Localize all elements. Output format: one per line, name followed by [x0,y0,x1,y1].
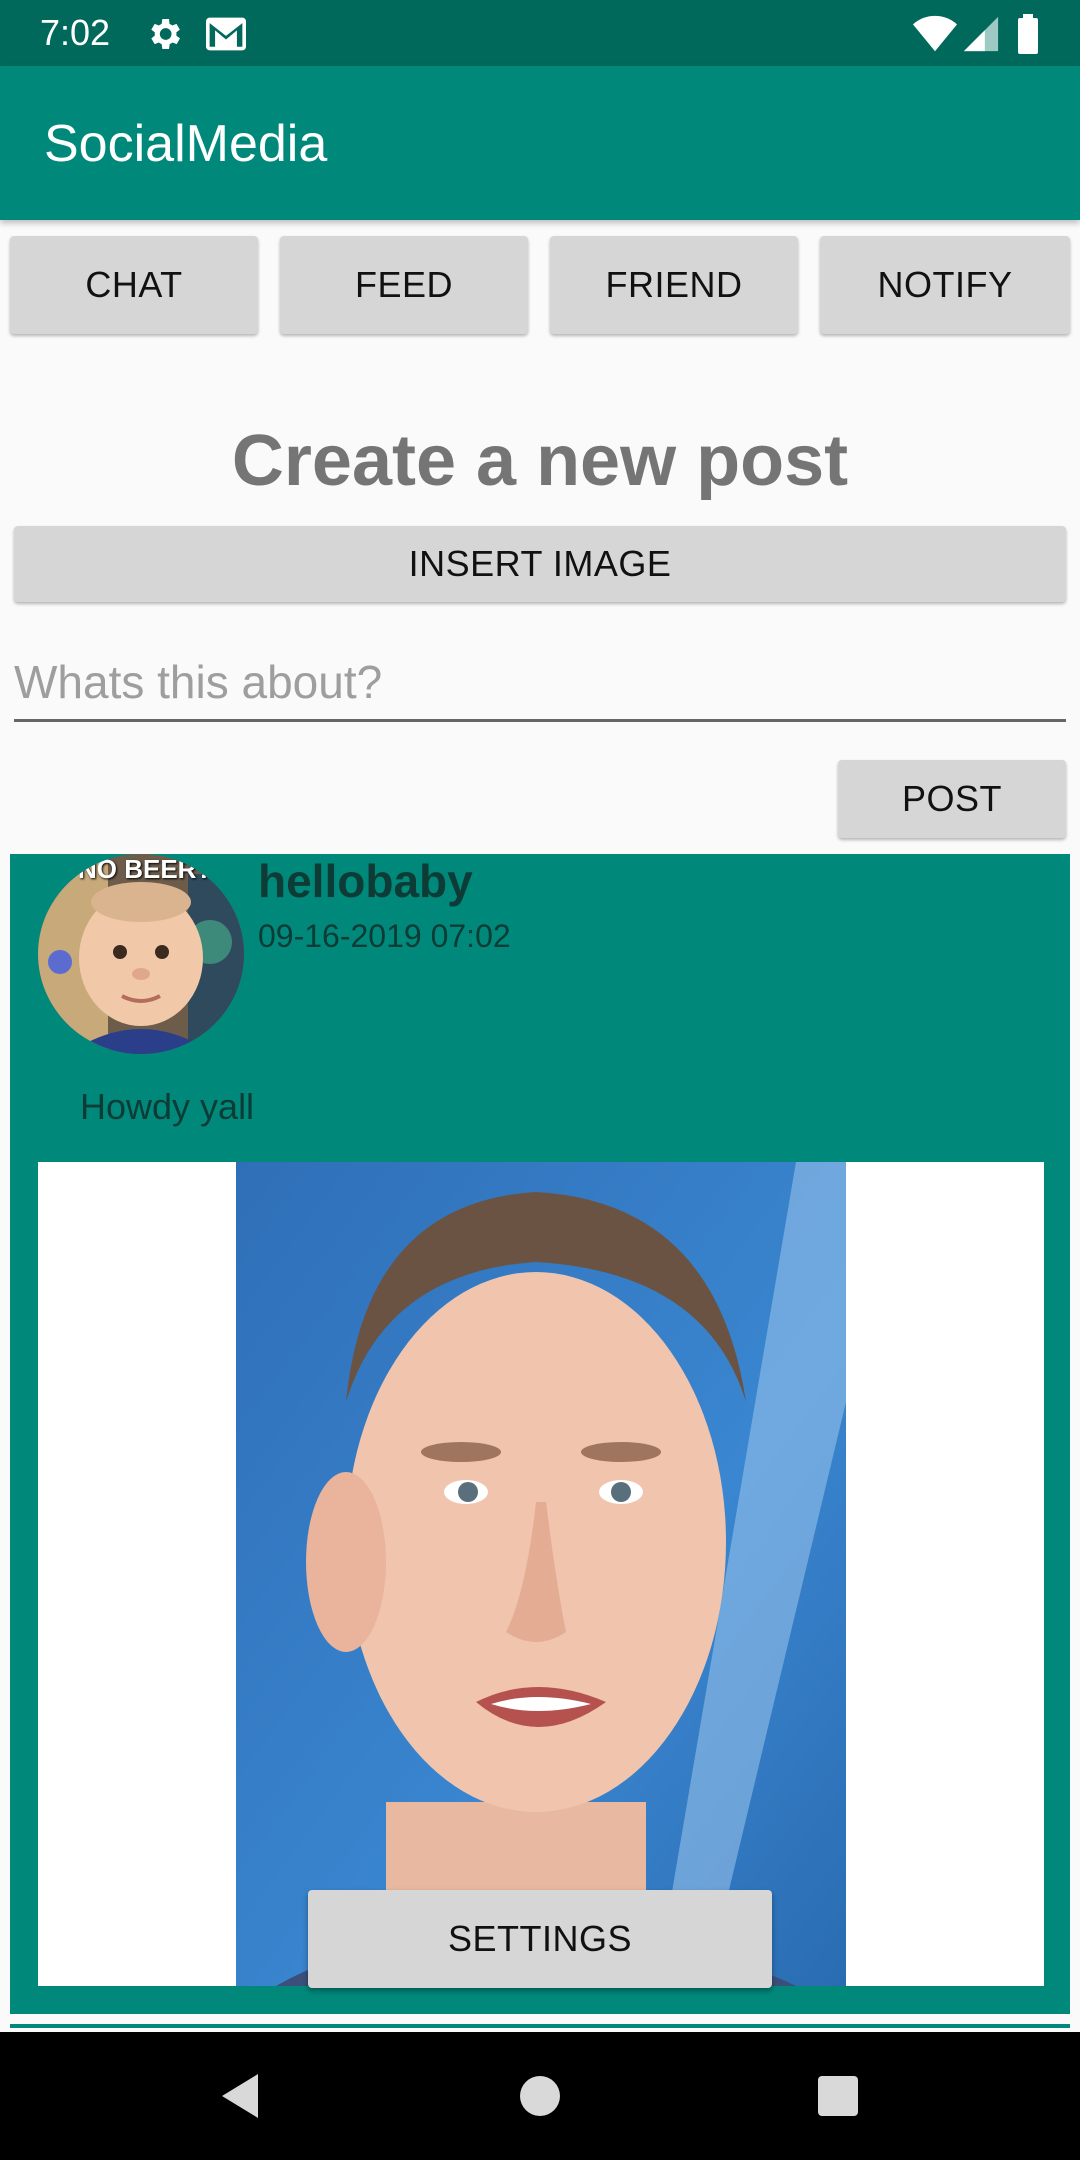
post-card: NO BEER? hellobaby 09-16-2019 07:02 Howd… [10,854,1070,2014]
insert-image-button[interactable]: INSERT IMAGE [14,526,1066,602]
post-text: Howdy yall [80,1086,255,1127]
post-button[interactable]: POST [838,760,1066,838]
post-timestamp: 09-16-2019 07:02 [258,918,511,954]
post-text-input[interactable]: Whats this about? [14,650,1066,722]
app-bar: SocialMedia [0,66,1080,220]
app-title: SocialMedia [44,115,328,173]
create-post-heading: Create a new post [231,421,849,501]
cell-signal-icon [962,14,1000,59]
avatar[interactable]: NO BEER? [38,854,244,1054]
post-image[interactable] [38,1162,1044,1986]
home-icon[interactable] [518,2072,562,2125]
recents-icon[interactable] [816,2072,860,2125]
next-post-edge [10,2024,1070,2028]
settings-button[interactable]: SETTINGS [308,1890,772,1988]
friend-button[interactable]: FRIEND [550,236,798,334]
post-photo [236,1162,846,1986]
status-bar: 7:02 [0,0,1080,66]
back-icon[interactable] [218,2072,262,2125]
battery-icon [1016,14,1040,59]
notify-button[interactable]: NOTIFY [820,236,1070,334]
post-text-placeholder: Whats this about? [14,656,383,708]
avatar-caption: NO BEER? [78,854,213,884]
gear-icon [144,14,184,59]
status-time: 7:02 [40,12,111,53]
gmail-icon [204,14,248,59]
wifi-icon [912,14,958,59]
chat-button[interactable]: CHAT [10,236,258,334]
feed-button[interactable]: FEED [280,236,528,334]
system-nav-bar [0,2032,1080,2160]
post-username[interactable]: hellobaby [258,854,473,908]
